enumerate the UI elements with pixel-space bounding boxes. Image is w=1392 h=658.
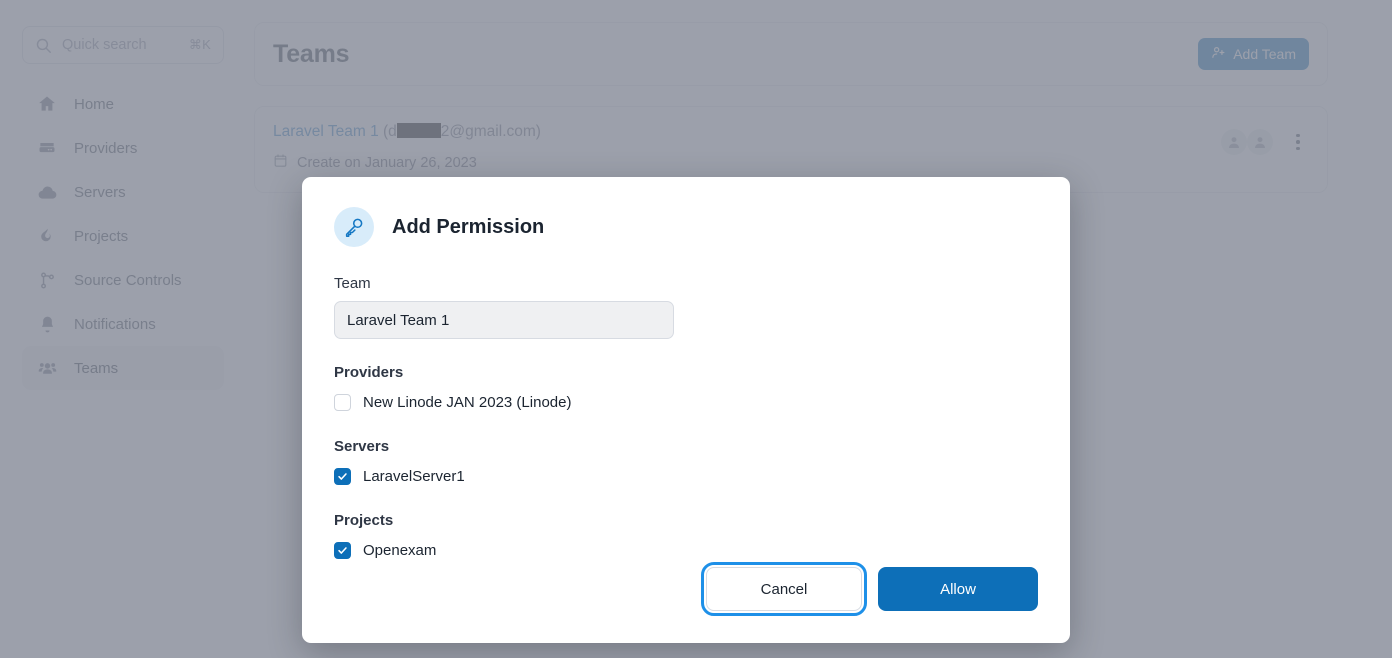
checkbox-row-provider[interactable]: New Linode JAN 2023 (Linode) [334,391,1038,413]
checkbox-label: LaravelServer1 [363,467,465,485]
allow-button[interactable]: Allow [878,567,1038,611]
key-icon [334,207,374,247]
servers-group-label: Servers [334,438,390,455]
team-input[interactable]: Laravel Team 1 [334,301,674,339]
providers-group-label: Providers [334,364,404,381]
server-checkbox[interactable] [334,467,351,485]
team-field-label: Team [334,275,371,292]
provider-checkbox[interactable] [334,393,351,411]
dialog-body: Add Permission Team Laravel Team 1 Provi… [302,177,1070,567]
checkbox-row-server[interactable]: LaravelServer1 [334,465,1038,487]
checkbox-label: New Linode JAN 2023 (Linode) [363,393,572,411]
project-checkbox[interactable] [334,541,351,559]
team-input-value: Laravel Team 1 [347,311,450,329]
dialog-title: Add Permission [392,215,545,238]
dialog-footer: Cancel Allow [302,562,1070,643]
dialog-header: Add Permission [334,207,1038,247]
checkbox-row-project[interactable]: Openexam [334,539,1038,561]
checkbox-label: Openexam [363,541,437,559]
cancel-button[interactable]: Cancel [701,562,867,616]
add-permission-dialog: Add Permission Team Laravel Team 1 Provi… [302,177,1070,643]
projects-group-label: Projects [334,512,394,529]
